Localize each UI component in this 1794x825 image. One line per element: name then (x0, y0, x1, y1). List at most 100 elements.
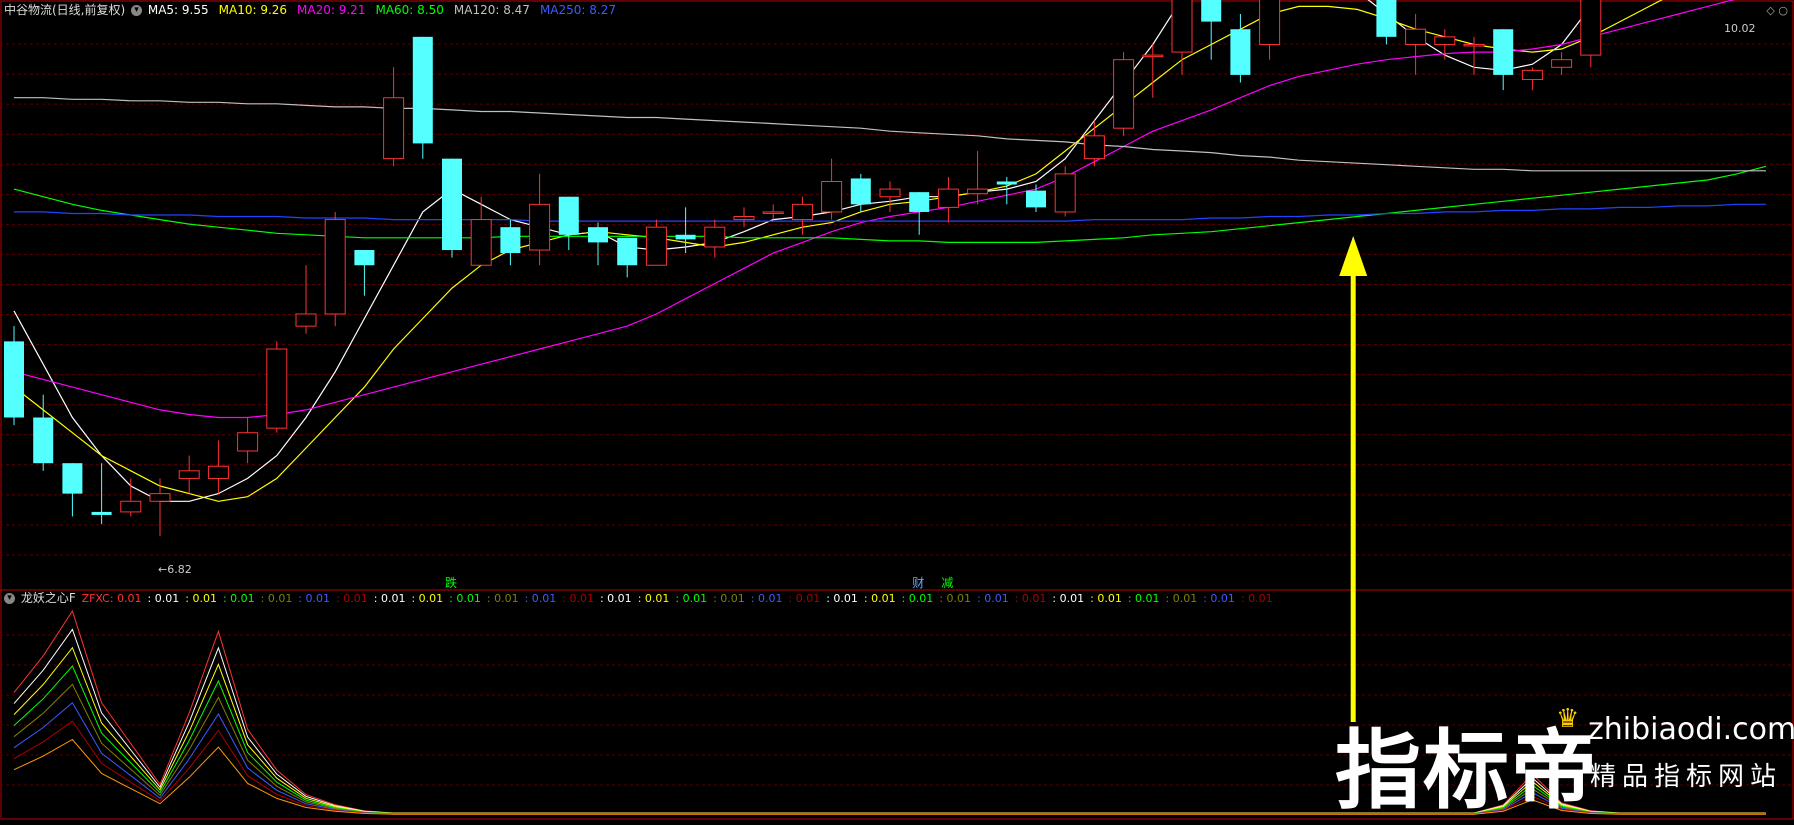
indicator-value: : 0.01 (260, 592, 293, 605)
candle-body (645, 226, 667, 266)
ma-legend-item: MA20: 9.21 (297, 3, 366, 17)
candle-body (1580, 0, 1602, 56)
candle-body (383, 97, 405, 160)
candle-body (354, 250, 375, 266)
candle-body (879, 188, 901, 198)
candle-body (704, 226, 726, 248)
indicator-value: : 0.01 (1240, 592, 1273, 605)
candle-body (295, 313, 317, 327)
candle-body (1171, 0, 1193, 53)
event-marker: 跌 (445, 575, 457, 590)
candle-body (850, 178, 871, 205)
candle-body (149, 493, 171, 502)
dropdown-icon[interactable]: ▾ (131, 5, 143, 16)
ma-legend-item: MA120: 8.47 (453, 3, 530, 17)
candle-body (1405, 28, 1427, 45)
watermark-slogan: 精品指标网站 (1590, 762, 1783, 792)
indicator-value: : 0.01 (411, 592, 444, 605)
candle-body (1026, 190, 1046, 208)
indicator-value: : 0.01 (562, 592, 594, 605)
indicator-value: : 0.01 (713, 592, 745, 605)
main-chart-header: 中谷物流(日线,前复权) ▾ MA5: 9.55 MA10: 9.26 MA20: … (4, 2, 626, 18)
indicator-value: ZFXC: 0.01 (81, 592, 142, 605)
indicator-value: : 0.01 (185, 592, 217, 605)
ma-legend-item: MA250: 8.27 (539, 3, 616, 17)
candle-body (1142, 54, 1164, 58)
candle-body (120, 500, 142, 513)
candle-body (324, 219, 346, 315)
indicator-label: 龙妖之心F (20, 591, 76, 605)
dropdown-icon[interactable]: ▾ (4, 593, 15, 604)
high-price-label: 10.02 (1724, 22, 1756, 35)
candle-body (1230, 29, 1251, 75)
candle-body (1551, 59, 1573, 68)
indicator-value: : 0.01 (1090, 592, 1122, 605)
candle-body (762, 211, 784, 214)
low-price-label: ←6.82 (158, 563, 192, 576)
indicator-value: : 0.01 (147, 592, 180, 605)
candle-body (91, 511, 112, 515)
candle-body (909, 192, 930, 212)
indicator-value: : 0.01 (939, 592, 972, 605)
candlestick-chart[interactable]: 10.02 ←6.82 跌 财 减 (0, 0, 1794, 820)
indicator-value: : 0.01 (637, 592, 670, 605)
crown-icon: ♛ (1556, 704, 1580, 734)
candle-body (1201, 0, 1222, 22)
candle-body (1054, 173, 1076, 213)
indicator-value: : 0.01 (863, 592, 896, 605)
candle-body (237, 432, 259, 452)
indicator-value: : 0.01 (1203, 592, 1235, 605)
indicator-value: : 0.01 (1014, 592, 1047, 605)
candle-body (62, 463, 83, 494)
candle-body (442, 158, 462, 251)
candle-body (1463, 43, 1485, 47)
stock-label: 中谷物流(日线,前复权) (4, 3, 126, 17)
diamond-icon[interactable]: ◇ (1766, 4, 1774, 17)
candle-body (412, 36, 433, 144)
candle-body (529, 203, 551, 251)
indicator-value: : 0.01 (222, 592, 255, 605)
candle-body (207, 465, 229, 479)
candle-body (1113, 59, 1135, 129)
ma-legend-item: MA5: 9.55 (147, 3, 209, 17)
candle-body (791, 203, 813, 221)
indicator-value: : 0.01 (1165, 592, 1198, 605)
indicator-value: : 0.01 (675, 592, 708, 605)
candle-body (617, 237, 638, 266)
ma-legend-item: MA60: 8.50 (375, 3, 444, 17)
candle-body (1083, 135, 1105, 160)
indicator-value: : 0.01 (298, 592, 331, 605)
indicator-value: : 0.01 (1052, 592, 1085, 605)
ma-legend-item: MA10: 9.26 (218, 3, 288, 17)
candle-body (1259, 0, 1281, 45)
candle-body (967, 188, 989, 195)
candle-body (1521, 69, 1543, 80)
candle-body (996, 181, 1017, 185)
indicator-value: : 0.01 (788, 592, 821, 605)
candle-body (1493, 29, 1514, 75)
candle-body (1434, 36, 1456, 45)
indicator-header: ▾ 龙妖之心F ZFXC: 0.01 : 0.01 : 0.01 : 0.01 : 0.… (4, 590, 1279, 607)
event-marker: 财 (912, 576, 924, 590)
indicator-value: : 0.01 (750, 592, 783, 605)
circle-icon[interactable]: ○ (1778, 4, 1788, 17)
candle-body (1376, 0, 1397, 37)
indicator-value: : 0.01 (336, 592, 368, 605)
candle-body (470, 219, 492, 266)
watermark-domain: zhibiaodi.com (1588, 712, 1794, 747)
candle-body (33, 417, 54, 464)
candle-body (821, 180, 843, 213)
candle-body (500, 227, 521, 254)
event-marker: 减 (941, 576, 953, 590)
candle-body (733, 216, 755, 221)
candle-body (588, 227, 608, 243)
candle-body (178, 470, 200, 479)
candle-body (675, 234, 696, 240)
indicator-value: : 0.01 (977, 592, 1009, 605)
candle-body (937, 188, 959, 208)
candle-body (4, 341, 24, 418)
yellow-arrow-head (1339, 236, 1368, 276)
top-right-controls: ◇ ○ (1766, 4, 1788, 17)
indicator-value: : 0.01 (599, 592, 632, 605)
chart-window: 10.02 ←6.82 跌 财 减 中谷物流(日线,前复权) ▾ MA5: 9.55 MA… (0, 0, 1794, 821)
